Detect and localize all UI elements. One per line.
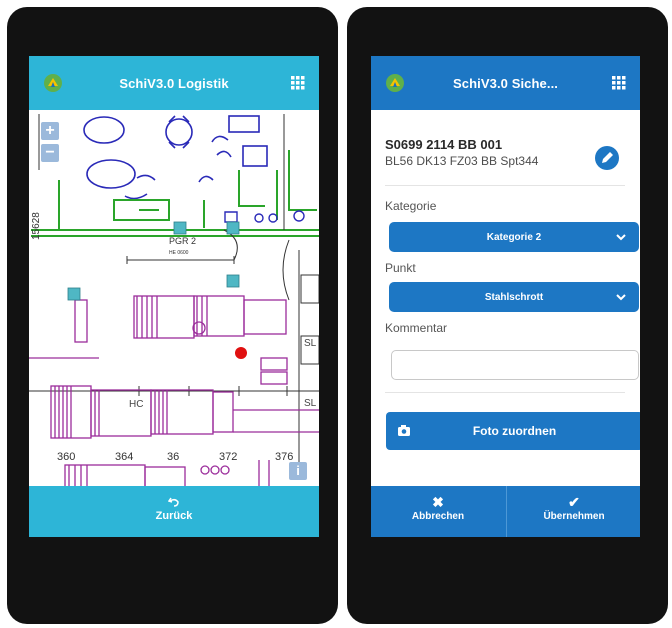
logistik-screen: SchiV3.0 Logistik 15628 PGR 2 HE 0600 HC…: [29, 56, 319, 537]
map-label-x368: 36: [167, 451, 180, 463]
divider: [385, 392, 625, 393]
action-bar: ✖ Abbrechen ✔ Übernehmen: [371, 486, 640, 537]
divider: [385, 185, 625, 186]
app-header: SchiV3.0 Logistik: [29, 56, 319, 110]
floor-plan-drawing: [29, 114, 319, 486]
chevron-down-icon: [616, 234, 626, 241]
kommentar-label: Kommentar: [385, 321, 448, 335]
check-icon: ✔: [568, 494, 580, 510]
app-title: SchiV3.0 Siche...: [452, 75, 559, 91]
app-logo-icon: [386, 74, 404, 92]
cancel-button[interactable]: ✖ Abbrechen: [371, 486, 505, 537]
map-label-sl-1: SL: [304, 338, 317, 349]
apply-label: Übernehmen: [543, 511, 605, 522]
close-icon: ✖: [432, 494, 444, 510]
punkt-label: Punkt: [385, 261, 416, 275]
sicherheit-screen: SchiV3.0 Siche... S0699 2114 BB 001 BL56…: [371, 56, 640, 537]
map-label-pgr2: PGR 2: [169, 236, 197, 246]
info-button[interactable]: i: [289, 462, 307, 480]
kategorie-label: Kategorie: [385, 199, 437, 213]
map-label-hc: HC: [129, 399, 144, 410]
map-label-sl-2: SL: [304, 398, 317, 409]
camera-icon: [398, 425, 410, 436]
apply-button[interactable]: ✔ Übernehmen: [506, 486, 640, 537]
chevron-down-icon: [616, 294, 626, 301]
app-header-right: SchiV3.0 Siche...: [371, 56, 640, 110]
back-button[interactable]: Zurück: [29, 486, 319, 537]
phone-right-frame: SchiV3.0 Siche... S0699 2114 BB 001 BL56…: [347, 7, 668, 624]
floor-plan-map[interactable]: 15628 PGR 2 HE 0600 HC SL SL 360 364 36 …: [29, 110, 319, 486]
map-label-15628: 15628: [31, 212, 42, 240]
edit-button[interactable]: [595, 146, 619, 170]
app-logo-icon: [44, 74, 62, 92]
pencil-icon: [602, 152, 613, 163]
record-id: S0699 2114 BB 001: [385, 137, 503, 152]
undo-icon: [168, 497, 179, 507]
app-title: SchiV3.0 Logistik: [119, 75, 229, 91]
foto-zuordnen-button[interactable]: Foto zuordnen: [386, 412, 640, 450]
kommentar-input[interactable]: [391, 350, 639, 380]
punkt-select[interactable]: Stahlschrott: [389, 282, 639, 312]
kategorie-value: Kategorie 2: [486, 231, 542, 243]
grid-menu-icon[interactable]: [612, 76, 626, 90]
back-label: Zurück: [155, 510, 193, 522]
punkt-value: Stahlschrott: [484, 291, 544, 303]
grid-menu-icon[interactable]: [291, 76, 305, 90]
zoom-in-button[interactable]: +: [41, 122, 59, 140]
map-label-x372: 372: [219, 451, 238, 463]
map-label-dim: HE 0600: [169, 250, 189, 256]
kategorie-select[interactable]: Kategorie 2: [389, 222, 639, 252]
phone-left-frame: SchiV3.0 Logistik 15628 PGR 2 HE 0600 HC…: [7, 7, 338, 624]
cancel-label: Abbrechen: [411, 511, 465, 522]
map-label-x364: 364: [115, 451, 134, 463]
zoom-out-button[interactable]: −: [41, 144, 59, 162]
map-label-x360: 360: [57, 451, 76, 463]
foto-button-label: Foto zuordnen: [472, 424, 557, 438]
record-location: BL56 DK13 FZ03 BB Spt344: [385, 154, 539, 168]
red-position-marker[interactable]: [235, 347, 247, 359]
